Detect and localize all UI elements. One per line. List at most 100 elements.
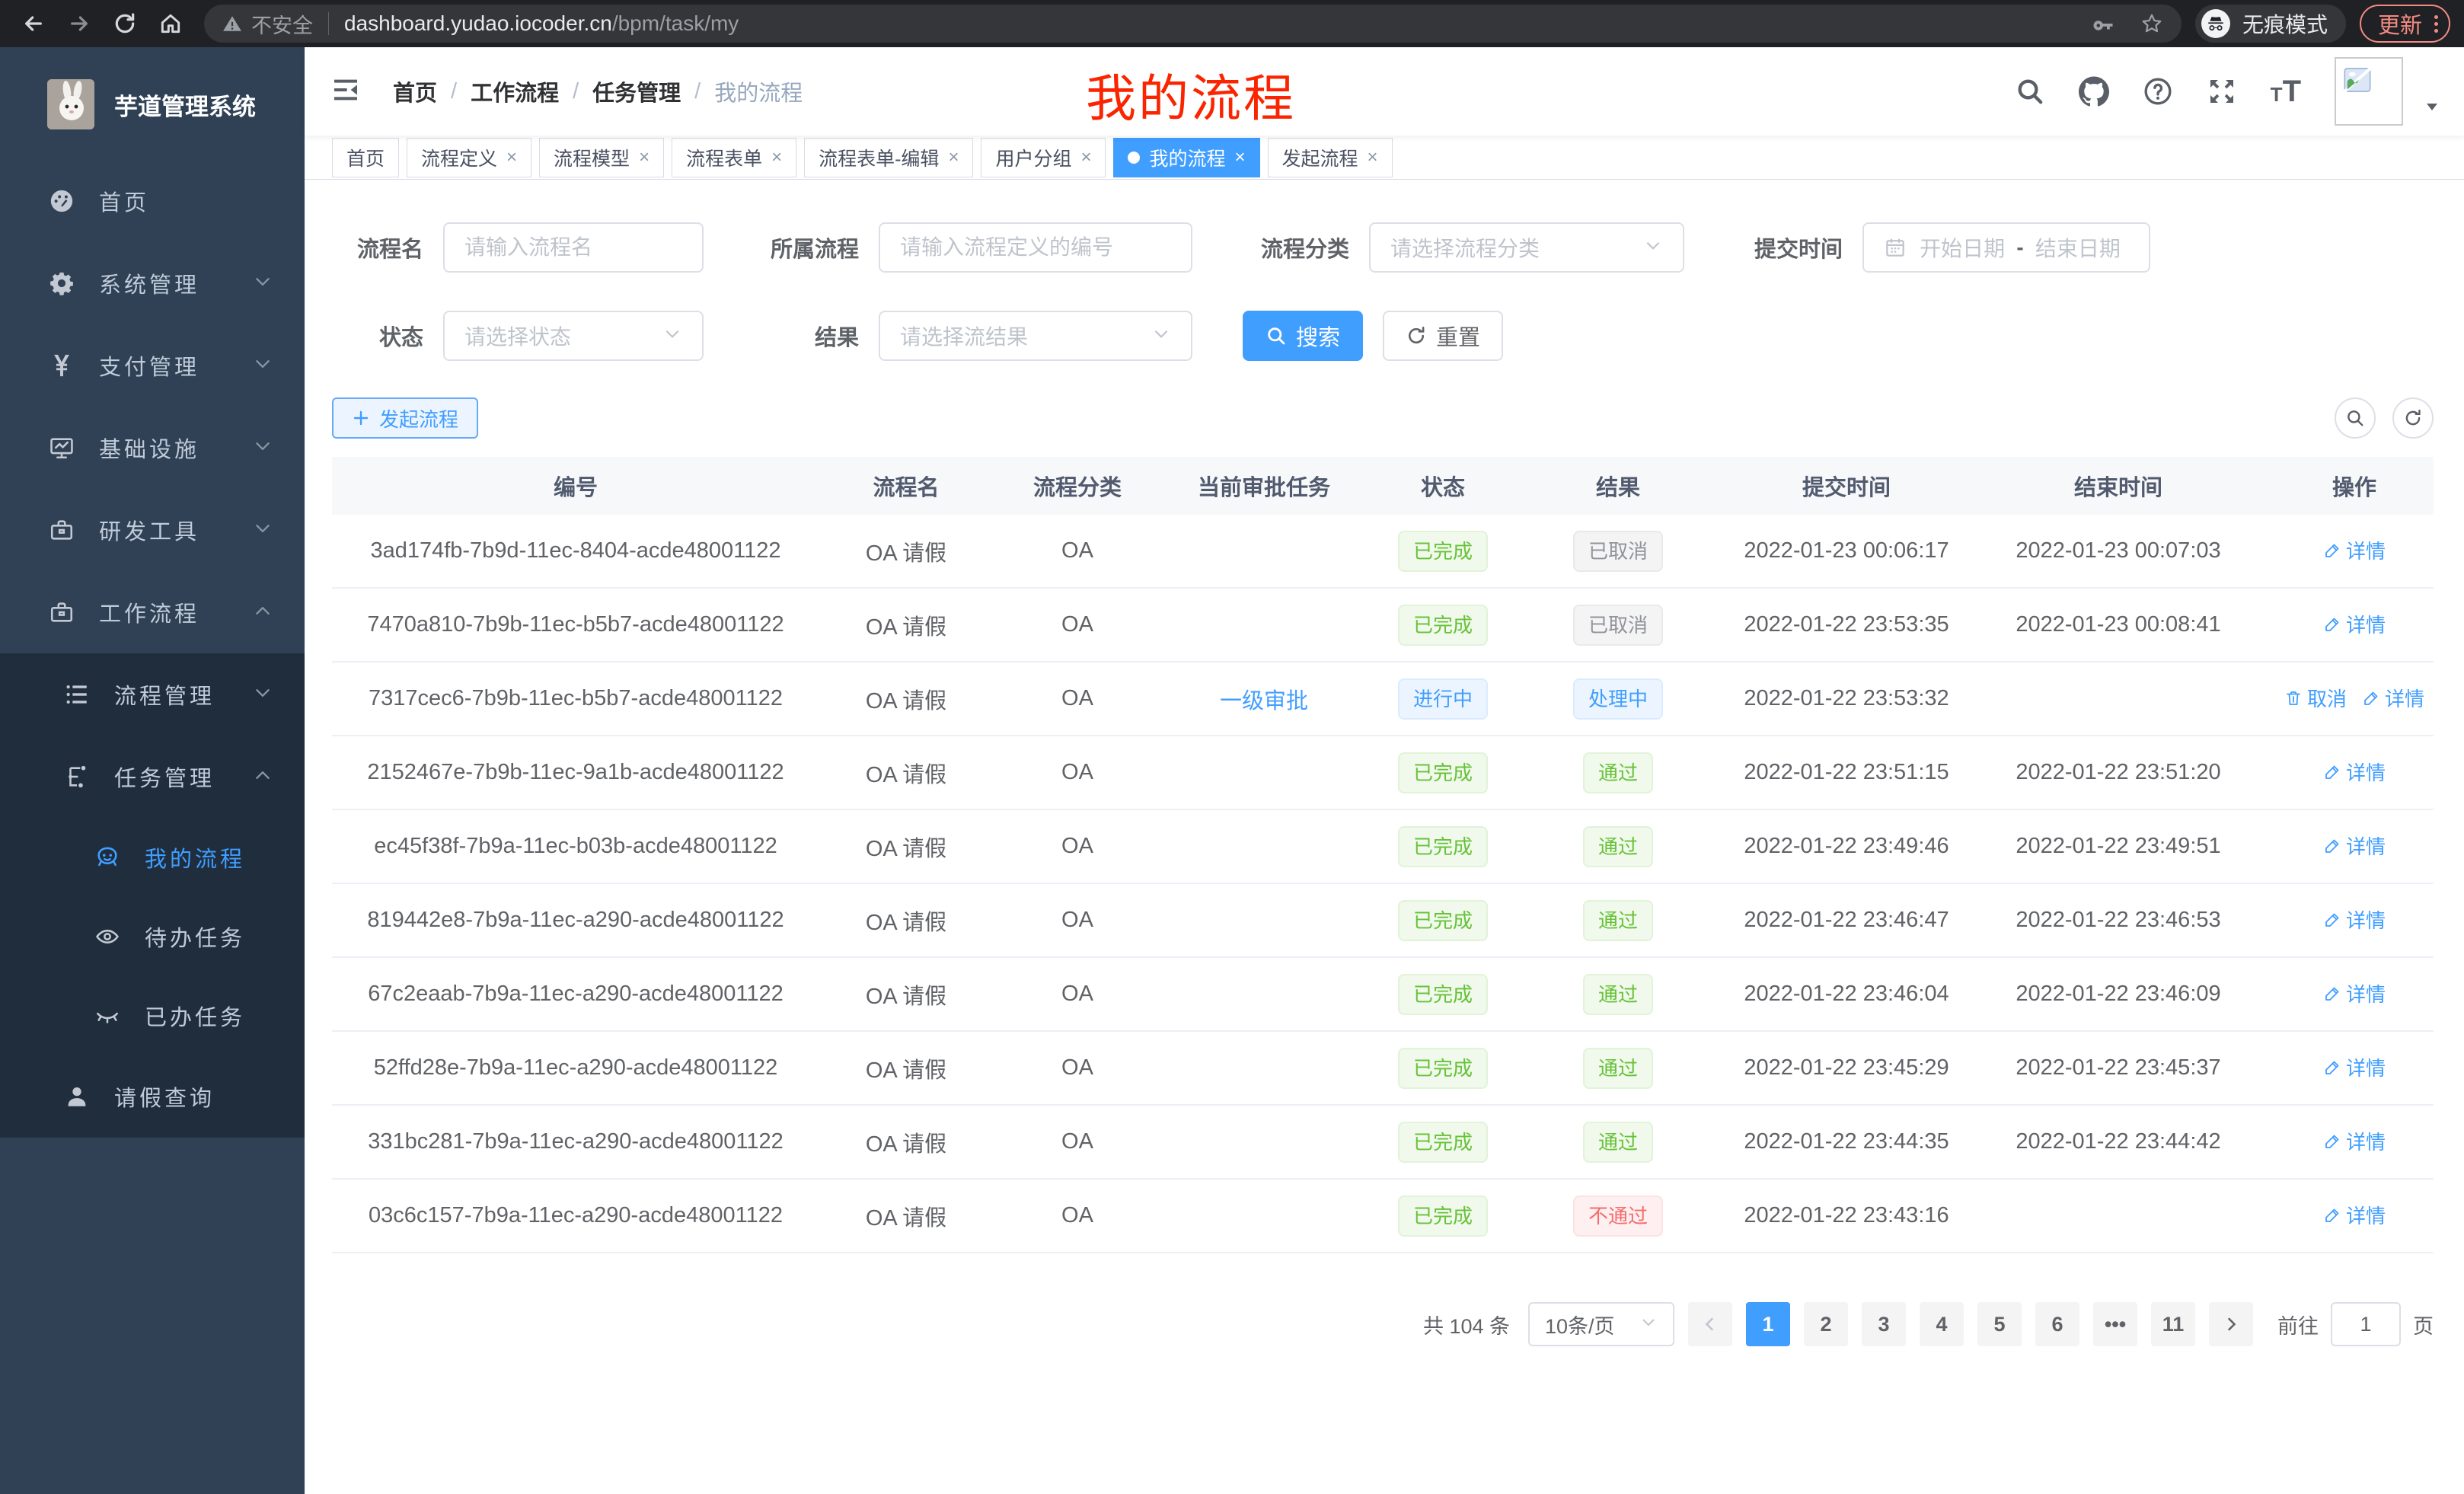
sidebar-item-12[interactable]: 请假查询 xyxy=(0,1055,305,1138)
table-row: 67c2eaab-7b9a-11ec-a290-acde48001122OA 请… xyxy=(332,958,2434,1032)
sidebar-item-7[interactable]: 流程管理 xyxy=(0,653,305,736)
detail-link[interactable]: 详情 xyxy=(2323,758,2386,786)
gear-icon xyxy=(47,269,76,298)
close-icon[interactable]: × xyxy=(1080,148,1091,167)
cell-id: 331bc281-7b9a-11ec-a290-acde48001122 xyxy=(332,1129,819,1154)
sidebar-item-8[interactable]: 任务管理 xyxy=(0,736,305,818)
tab-8[interactable]: 发起流程× xyxy=(1268,138,1393,177)
page-button-2[interactable]: 2 xyxy=(1804,1302,1848,1346)
pagination: 共 104 条 10条/页 123456•••11 前往 页 xyxy=(332,1302,2434,1346)
column-header-9: 操作 xyxy=(2260,470,2449,502)
help-icon[interactable] xyxy=(2143,76,2173,107)
avatar-caret-icon[interactable] xyxy=(2423,97,2441,120)
tab-3[interactable]: 流程模型× xyxy=(539,138,664,177)
detail-link[interactable]: 详情 xyxy=(2323,610,2386,638)
detail-link[interactable]: 详情 xyxy=(2323,979,2386,1007)
page-button-3[interactable]: 3 xyxy=(1862,1302,1906,1346)
page-button-1[interactable]: 1 xyxy=(1746,1302,1790,1346)
cell-name: OA 请假 xyxy=(819,831,993,863)
status-select[interactable]: 请选择状态 xyxy=(443,311,704,361)
avatar[interactable] xyxy=(2335,57,2403,126)
breadcrumb-task[interactable]: 任务管理 xyxy=(592,75,681,107)
tab-7[interactable]: 我的流程× xyxy=(1113,138,1259,177)
tab-4[interactable]: 流程表单× xyxy=(672,138,796,177)
sidebar-item-10[interactable]: 待办任务 xyxy=(0,897,305,976)
sidebar-item-1[interactable]: 首页 xyxy=(0,160,305,242)
sidebar-item-9[interactable]: 我的流程 xyxy=(0,818,305,897)
table-header: 编号流程名流程分类当前审批任务状态结果提交时间结束时间操作 xyxy=(332,457,2434,515)
cell-result: 通过 xyxy=(1520,900,1716,941)
search-icon[interactable] xyxy=(2015,76,2045,107)
sidebar-item-5[interactable]: 研发工具 xyxy=(0,489,305,571)
end-date-placeholder: 结束日期 xyxy=(2027,232,2129,263)
page-url: dashboard.yudao.iocoder.cn/bpm/task/my xyxy=(344,11,739,36)
breadcrumb-workflow[interactable]: 工作流程 xyxy=(471,75,559,107)
create-process-button[interactable]: 发起流程 xyxy=(332,397,478,439)
sidebar-item-4[interactable]: 基础设施 xyxy=(0,407,305,489)
tab-6[interactable]: 用户分组× xyxy=(981,138,1106,177)
address-bar[interactable]: 不安全 dashboard.yudao.iocoder.cn/bpm/task/… xyxy=(204,5,2182,43)
breadcrumb-home[interactable]: 首页 xyxy=(393,75,437,107)
page-button-11[interactable]: 11 xyxy=(2151,1302,2195,1346)
app-logo[interactable]: 芋道管理系统 xyxy=(0,47,305,160)
detail-link[interactable]: 详情 xyxy=(2323,905,2386,934)
detail-link[interactable]: 详情 xyxy=(2323,1201,2386,1229)
detail-link[interactable]: 详情 xyxy=(2323,536,2386,564)
more-pages-button[interactable]: ••• xyxy=(2093,1302,2137,1346)
page-button-4[interactable]: 4 xyxy=(1920,1302,1964,1346)
close-icon[interactable]: × xyxy=(1368,148,1378,167)
detail-link[interactable]: 详情 xyxy=(2362,684,2424,712)
submit-time-range[interactable]: 开始日期 - 结束日期 xyxy=(1862,222,2150,273)
sidebar-item-11[interactable]: 已办任务 xyxy=(0,976,305,1055)
page-button-5[interactable]: 5 xyxy=(1977,1302,2022,1346)
detail-link[interactable]: 详情 xyxy=(2323,1053,2386,1081)
tab-1[interactable]: 首页 xyxy=(332,138,399,177)
fullscreen-icon[interactable] xyxy=(2207,76,2237,107)
sidebar-collapse-icon[interactable] xyxy=(330,75,364,108)
cell-id: 2152467e-7b9b-11ec-9a1b-acde48001122 xyxy=(332,760,819,785)
page-button-6[interactable]: 6 xyxy=(2035,1302,2079,1346)
browser-forward-button[interactable] xyxy=(59,4,99,43)
cell-status: 已完成 xyxy=(1366,826,1520,867)
goto-page-input[interactable] xyxy=(2331,1302,2401,1346)
result-badge: 已取消 xyxy=(1573,531,1663,572)
search-button[interactable]: 搜索 xyxy=(1243,311,1363,361)
cell-id: ec45f38f-7b9a-11ec-b03b-acde48001122 xyxy=(332,834,819,859)
reset-button[interactable]: 重置 xyxy=(1383,311,1503,361)
detail-link[interactable]: 详情 xyxy=(2323,1127,2386,1155)
prev-page-button[interactable] xyxy=(1688,1302,1732,1346)
bookmark-star-icon[interactable] xyxy=(2140,12,2163,35)
close-icon[interactable]: × xyxy=(506,148,517,167)
name-input[interactable] xyxy=(464,235,682,260)
show-search-toggle-button[interactable] xyxy=(2335,397,2376,439)
sidebar-item-2[interactable]: 系统管理 xyxy=(0,242,305,324)
close-icon[interactable]: × xyxy=(639,148,650,167)
close-icon[interactable]: × xyxy=(1235,148,1246,167)
tab-2[interactable]: 流程定义× xyxy=(407,138,531,177)
cell-id: 3ad174fb-7b9d-11ec-8404-acde48001122 xyxy=(332,538,819,563)
next-page-button[interactable] xyxy=(2209,1302,2253,1346)
process-input[interactable] xyxy=(900,235,1171,260)
page-size-select[interactable]: 10条/页 xyxy=(1528,1302,1674,1346)
tab-5[interactable]: 流程表单-编辑× xyxy=(804,138,973,177)
password-key-icon[interactable] xyxy=(2092,12,2115,35)
sidebar-item-3[interactable]: 支付管理 xyxy=(0,324,305,407)
category-select[interactable]: 请选择流程分类 xyxy=(1369,222,1684,273)
github-icon[interactable] xyxy=(2079,76,2109,107)
browser-back-button[interactable] xyxy=(14,4,53,43)
refresh-table-button[interactable] xyxy=(2392,397,2434,439)
browser-home-button[interactable] xyxy=(151,4,190,43)
browser-update-button[interactable]: 更新 xyxy=(2360,5,2450,43)
close-icon[interactable]: × xyxy=(771,148,782,167)
cell-actions: 详情 xyxy=(2260,832,2449,861)
browser-reload-button[interactable] xyxy=(105,4,145,43)
sidebar-item-6[interactable]: 工作流程 xyxy=(0,571,305,653)
font-size-icon[interactable]: TT xyxy=(2271,75,2301,109)
close-icon[interactable]: × xyxy=(948,148,959,167)
result-select[interactable]: 请选择流结果 xyxy=(879,311,1192,361)
detail-link[interactable]: 详情 xyxy=(2323,832,2386,860)
task-link[interactable]: 一级审批 xyxy=(1220,689,1308,713)
cell-result: 通过 xyxy=(1520,1048,1716,1089)
cancel-link[interactable]: 取消 xyxy=(2284,684,2347,712)
browser-menu-icon[interactable] xyxy=(2434,15,2438,33)
